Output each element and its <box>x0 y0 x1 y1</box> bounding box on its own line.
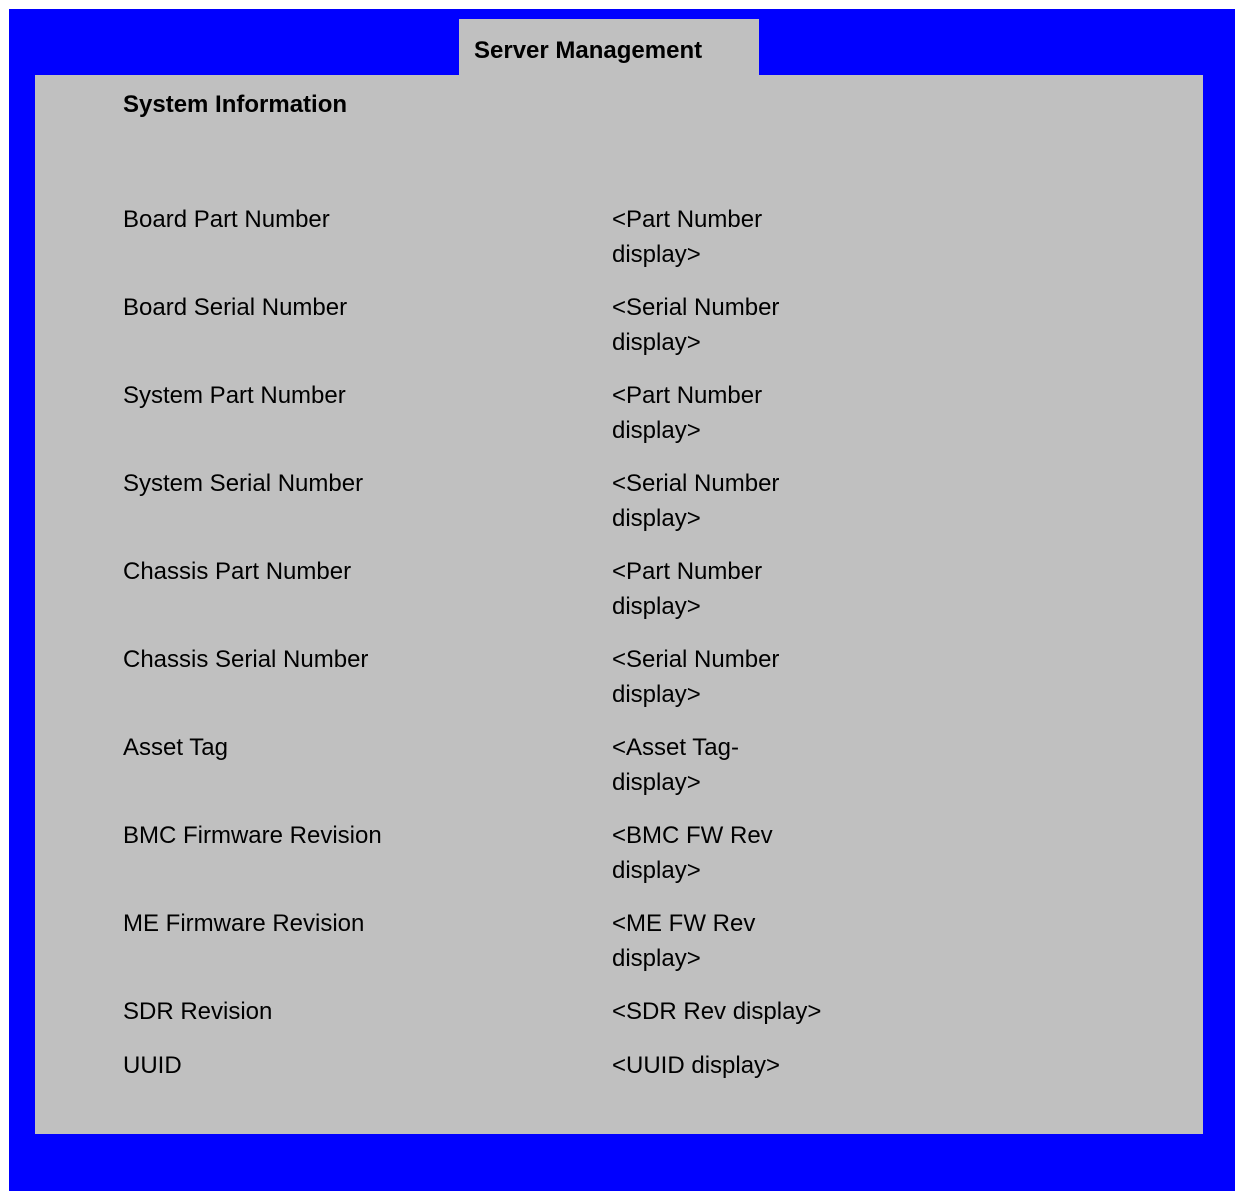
field-label: ME Firmware Revision <box>123 910 365 937</box>
field-row-system-part-number: System Part Number <Part Number display> <box>35 378 1203 458</box>
field-value: <SDR Rev display> <box>612 998 822 1025</box>
field-label: UUID <box>123 1052 182 1079</box>
field-row-board-serial-number: Board Serial Number <Serial Number displ… <box>35 290 1203 370</box>
field-value: <Serial Number display> <box>612 294 780 356</box>
field-value: <Asset Tag- display> <box>612 734 739 796</box>
field-label: Board Serial Number <box>123 294 348 321</box>
field-label: BMC Firmware Revision <box>123 822 382 849</box>
field-label: Chassis Part Number <box>123 558 352 585</box>
field-row-system-serial-number: System Serial Number <Serial Number disp… <box>35 466 1203 546</box>
field-label: SDR Revision <box>123 998 273 1025</box>
field-label: Asset Tag <box>123 734 228 761</box>
field-value: <Part Number display> <box>612 206 763 268</box>
field-value: <UUID display> <box>612 1052 781 1079</box>
field-value: <ME FW Rev display> <box>612 910 756 972</box>
page-title: System Information <box>123 91 348 118</box>
field-label: System Part Number <box>123 382 346 409</box>
field-row-chassis-part-number: Chassis Part Number <Part Number display… <box>35 554 1203 634</box>
field-row-chassis-serial-number: Chassis Serial Number <Serial Number dis… <box>35 642 1203 722</box>
tab-server-management[interactable]: Server Management <box>459 19 759 75</box>
tab-label: Server Management <box>474 37 703 64</box>
field-value: <BMC FW Rev display> <box>612 822 773 884</box>
main-panel: System Information Board Part Number <Pa… <box>35 75 1203 1134</box>
field-row-bmc-firmware-revision: BMC Firmware Revision <BMC FW Rev displa… <box>35 818 1203 898</box>
field-value: <Serial Number display> <box>612 470 780 532</box>
field-row-asset-tag[interactable]: Asset Tag <Asset Tag- display> <box>35 730 1203 810</box>
field-row-me-firmware-revision: ME Firmware Revision <ME FW Rev display> <box>35 906 1203 986</box>
field-label: System Serial Number <box>123 470 364 497</box>
field-value: <Part Number display> <box>612 558 763 620</box>
field-label: Board Part Number <box>123 206 330 233</box>
field-label: Chassis Serial Number <box>123 646 369 673</box>
field-row-uuid: UUID <UUID display> <box>35 1048 1203 1128</box>
field-row-board-part-number: Board Part Number <Part Number display> <box>35 202 1203 282</box>
field-value: <Part Number display> <box>612 382 763 444</box>
field-value: <Serial Number display> <box>612 646 780 708</box>
